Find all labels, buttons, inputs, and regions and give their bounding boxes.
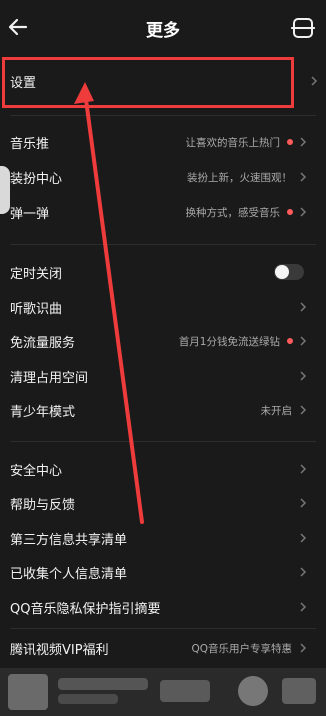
chevron-right-icon xyxy=(300,172,307,182)
chevron-right-icon xyxy=(300,137,307,147)
chevron-right-icon xyxy=(311,76,318,86)
dress-center-row[interactable]: 装扮中心 装扮上新，火速围观！ xyxy=(0,159,326,195)
third-party-list-row[interactable]: 第三方信息共享清单 xyxy=(0,520,326,556)
security-center-row[interactable]: 安全中心 xyxy=(0,451,326,487)
blurred-text xyxy=(58,694,118,704)
chevron-right-icon xyxy=(300,533,307,543)
tencent-video-vip-row[interactable]: 腾讯视频VIP福利 QQ音乐用户专享特惠 xyxy=(0,630,326,666)
row-label: 音乐推 xyxy=(10,136,50,152)
blurred-text xyxy=(58,678,148,690)
side-floating-tab[interactable] xyxy=(0,166,10,214)
row-label: 定时关闭 xyxy=(10,266,63,282)
divider xyxy=(10,115,316,116)
row-label: 免流量服务 xyxy=(10,335,76,351)
row-label: 第三方信息共享清单 xyxy=(10,532,128,548)
row-label: 帮助与反馈 xyxy=(10,497,76,513)
row-value: 换种方式，感受音乐 xyxy=(185,206,281,219)
row-value: QQ音乐用户专享特惠 xyxy=(191,642,292,655)
privacy-summary-row[interactable]: QQ音乐隐私保护指引摘要 xyxy=(0,589,326,625)
chevron-right-icon xyxy=(300,498,307,508)
free-data-row[interactable]: 免流量服务 首月1分钱免流送绿钻 xyxy=(0,323,326,359)
music-promote-row[interactable]: 音乐推 让喜欢的音乐上热门 xyxy=(0,124,326,160)
page-title: 更多 xyxy=(146,20,180,41)
divider xyxy=(10,441,316,442)
row-label: 安全中心 xyxy=(10,463,63,479)
personal-info-list-row[interactable]: 已收集个人信息清单 xyxy=(0,554,326,590)
row-label: 清理占用空间 xyxy=(10,370,89,386)
row-label: 听歌识曲 xyxy=(10,301,63,317)
row-value: 装扮上新，火速围观！ xyxy=(187,171,292,184)
notification-dot xyxy=(287,139,293,145)
timer-toggle[interactable] xyxy=(274,264,304,280)
divider xyxy=(10,244,316,245)
toggle-knob xyxy=(275,265,289,279)
row-label: 已收集个人信息清单 xyxy=(10,566,128,582)
scan-button[interactable] xyxy=(290,15,316,41)
header: 更多 xyxy=(0,0,326,56)
notification-dot xyxy=(287,338,293,344)
row-label: 弹一弹 xyxy=(10,206,50,222)
annotation-highlight-box xyxy=(2,57,294,108)
tap-tap-row[interactable]: 弹一弹 换种方式，感受音乐 xyxy=(0,194,326,230)
back-button[interactable] xyxy=(6,14,32,40)
album-cover-thumbnail xyxy=(8,674,48,710)
chevron-right-icon xyxy=(300,302,307,312)
timer-close-row: 定时关闭 xyxy=(0,254,326,290)
chevron-right-icon xyxy=(300,405,307,415)
row-label: 青少年模式 xyxy=(10,404,76,420)
teen-mode-row[interactable]: 青少年模式 未开启 xyxy=(0,392,326,428)
row-label: 腾讯视频VIP福利 xyxy=(10,642,109,658)
mini-player-bar[interactable] xyxy=(0,668,326,716)
row-label: 装扮中心 xyxy=(10,171,63,187)
chevron-right-icon xyxy=(300,464,307,474)
row-value: 让喜欢的音乐上热门 xyxy=(185,136,281,149)
blurred-text xyxy=(160,680,210,702)
chevron-right-icon xyxy=(300,643,307,653)
notification-dot xyxy=(287,209,293,215)
scan-icon xyxy=(291,18,315,38)
song-recognition-row[interactable]: 听歌识曲 xyxy=(0,289,326,325)
help-feedback-row[interactable]: 帮助与反馈 xyxy=(0,485,326,521)
chevron-right-icon xyxy=(300,207,307,217)
row-label: QQ音乐隐私保护指引摘要 xyxy=(10,601,161,617)
back-arrow-icon xyxy=(8,18,28,36)
row-value: 首月1分钱免流送绿钻 xyxy=(178,335,280,348)
divider xyxy=(10,628,316,629)
clean-storage-row[interactable]: 清理占用空间 xyxy=(0,358,326,394)
row-value: 未开启 xyxy=(260,404,293,417)
playlist-button[interactable] xyxy=(282,678,316,704)
chevron-right-icon xyxy=(300,336,307,346)
chevron-right-icon xyxy=(300,371,307,381)
chevron-right-icon xyxy=(300,567,307,577)
play-button[interactable] xyxy=(238,676,268,706)
chevron-right-icon xyxy=(300,602,307,612)
